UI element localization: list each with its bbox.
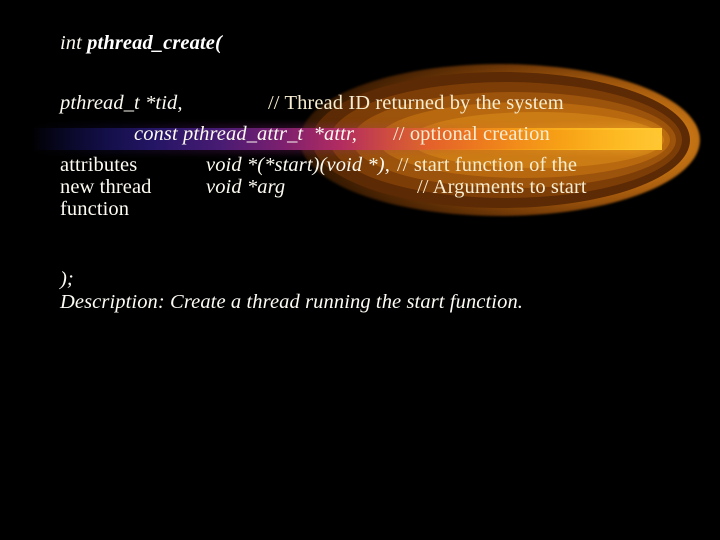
slide-text-content: int pthread_create( pthread_t *tid, // T… bbox=[0, 0, 720, 540]
param-5-label: function bbox=[60, 198, 130, 220]
signature-function-name: pthread_create( bbox=[87, 32, 222, 54]
param-2-code: const pthread_attr_t *attr, bbox=[134, 123, 357, 145]
function-signature: int pthread_create( bbox=[60, 32, 222, 54]
closing-paren: ); bbox=[60, 268, 74, 290]
param-2-comment: // optional creation bbox=[393, 123, 550, 145]
param-3-comment: // start function of the bbox=[397, 154, 578, 176]
param-4-comment: // Arguments to start bbox=[417, 176, 587, 198]
slide-canvas: int pthread_create( pthread_t *tid, // T… bbox=[0, 0, 720, 540]
param-4-label: new thread bbox=[60, 176, 152, 198]
param-4-code: void *arg bbox=[206, 176, 286, 198]
description-text: Description: Create a thread running the… bbox=[60, 291, 524, 313]
param-1-code: pthread_t *tid, bbox=[60, 92, 183, 114]
param-3-label: attributes bbox=[60, 154, 138, 176]
param-1-comment: // Thread ID returned by the system bbox=[268, 92, 564, 114]
signature-return-type: int bbox=[60, 32, 88, 54]
param-3-code: void *(*start)(void *), bbox=[206, 154, 390, 176]
